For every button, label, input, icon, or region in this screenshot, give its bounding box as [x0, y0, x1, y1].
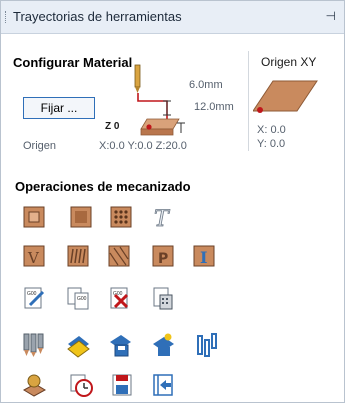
copy-toolpath-icon[interactable]: G00 [65, 285, 91, 311]
tool-database-icon[interactable] [21, 332, 47, 358]
material-setup-icon[interactable] [65, 332, 91, 358]
pin-icon[interactable]: ⊣ [326, 9, 336, 23]
material-heading: Configurar Material [13, 55, 133, 70]
time-estimate-icon[interactable] [68, 372, 94, 398]
xy-origin-diagram[interactable] [253, 77, 319, 121]
operations-heading: Operaciones de mecanizado [15, 179, 191, 194]
save-gcode-icon[interactable] [109, 372, 135, 398]
pocket-toolpath-icon[interactable] [68, 204, 94, 230]
toolpath-template-icon[interactable] [195, 332, 221, 358]
svg-text:I: I [200, 248, 207, 267]
svg-text:G00: G00 [27, 291, 37, 297]
svg-text:G00: G00 [77, 296, 87, 302]
xy-origin-heading: Origen XY [261, 55, 317, 69]
profile-toolpath-icon[interactable] [21, 204, 47, 230]
xy-origin-x: X: 0.0 [257, 124, 286, 136]
edit-toolpath-icon[interactable]: G00 [21, 285, 47, 311]
xy-origin-y: Y: 0.0 [257, 138, 286, 150]
material-diagram [134, 64, 185, 136]
material-depth: 12.0mm [194, 101, 234, 113]
import-toolpath-icon[interactable] [150, 372, 176, 398]
calculator-icon[interactable] [150, 285, 176, 311]
merge-toolpath-icon[interactable] [150, 332, 176, 358]
divider [248, 51, 249, 151]
material-thickness: 6.0mm [189, 79, 223, 91]
texture-toolpath-icon[interactable]: T [150, 204, 176, 230]
panel-title: Trayectorias de herramientas [13, 9, 182, 24]
origin-coords: X:0.0 Y:0.0 Z:20.0 [99, 140, 187, 152]
panel-titlebar: Trayectorias de herramientas ⊣ [1, 1, 344, 34]
quick-engrave-icon[interactable]: P [150, 243, 176, 269]
save-toolpath-icon[interactable] [107, 332, 133, 358]
preview-material-icon[interactable] [21, 372, 47, 398]
vcarve-toolpath-icon[interactable]: V [21, 243, 47, 269]
delete-toolpath-icon[interactable]: G00 [107, 285, 133, 311]
drilling-toolpath-icon[interactable] [108, 204, 134, 230]
set-material-button[interactable]: Fijar ... [23, 97, 95, 119]
svg-text:V: V [27, 249, 40, 267]
inlay-toolpath-icon[interactable]: I [191, 243, 217, 269]
svg-text:P: P [158, 251, 168, 267]
prism-toolpath-icon[interactable] [106, 243, 132, 269]
toolpaths-panel: Trayectorias de herramientas ⊣ Configura… [0, 0, 345, 403]
fluting-toolpath-icon[interactable] [65, 243, 91, 269]
svg-text:T: T [154, 207, 171, 230]
drag-grip-icon[interactable] [5, 11, 8, 23]
z-zero-label: Z 0 [105, 121, 120, 132]
origin-label: Origen [23, 140, 57, 152]
